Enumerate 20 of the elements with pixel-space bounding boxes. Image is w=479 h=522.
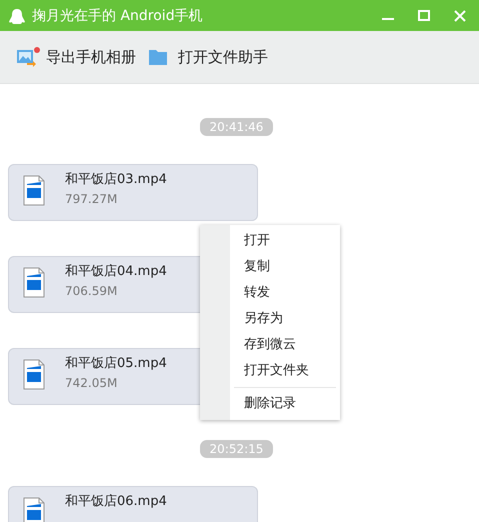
close-icon[interactable] (453, 8, 467, 22)
file-size: 742.05M (65, 376, 118, 390)
video-file-icon (23, 359, 45, 390)
penguin-icon (8, 6, 26, 24)
file-name: 和平饭店06.mp4 (65, 493, 167, 510)
open-file-helper-button[interactable]: 打开文件助手 (146, 44, 270, 70)
file-message[interactable]: 和平饭店03.mp4 797.27M (8, 164, 258, 221)
file-name: 和平饭店03.mp4 (65, 171, 167, 188)
video-file-icon (23, 175, 45, 206)
menu-item[interactable]: 打开 (200, 228, 340, 254)
file-size: 797.27M (65, 192, 118, 206)
video-file-icon (23, 267, 45, 298)
file-name: 和平饭店05.mp4 (65, 355, 167, 372)
window-title: 掬月光在手的 Android手机 (32, 6, 204, 24)
maximize-icon[interactable] (417, 8, 431, 22)
export-album-button[interactable]: 导出手机相册 (14, 44, 138, 70)
video-file-icon (23, 497, 45, 522)
file-name: 和平饭店04.mp4 (65, 263, 167, 280)
file-size: 706.59M (65, 284, 118, 298)
file-message[interactable]: 和平饭店06.mp4 (8, 486, 258, 522)
